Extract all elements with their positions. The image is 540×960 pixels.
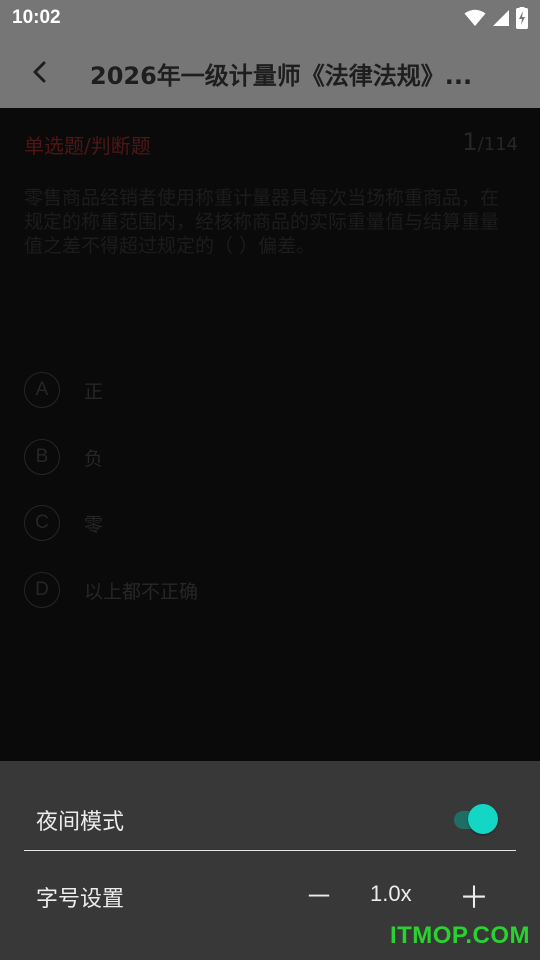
status-time: 10:02	[12, 7, 61, 28]
question-total: /114	[477, 134, 518, 155]
font-size-value: 1.0x	[370, 881, 412, 906]
chevron-left-icon	[33, 61, 46, 83]
font-size-increase-button[interactable]: ＋	[458, 873, 490, 916]
font-size-label: 字号设置	[36, 887, 125, 912]
app-bar: 2026年一级计量师《法律法规》...	[0, 36, 540, 108]
option-b[interactable]: B 负	[24, 437, 514, 477]
toggle-knob	[468, 804, 498, 834]
option-letter-a: A	[24, 372, 60, 408]
question-text: 零售商品经销者使用称重计量器具每次当场称重商品，在规定的称重范围内，经核称商品的…	[24, 187, 500, 257]
option-letter-d: D	[24, 572, 60, 608]
option-a[interactable]: A 正	[24, 370, 514, 410]
night-mode-label: 夜间模式	[36, 810, 125, 835]
option-text-c: 零	[84, 513, 104, 536]
status-bar: 10:02	[0, 0, 540, 36]
back-button[interactable]	[22, 54, 58, 90]
cell-signal-icon	[493, 10, 509, 26]
question-area: 单选题/判断题 1/114 零售商品经销者使用称重计量器具每次当场称重商品，在规…	[0, 108, 540, 761]
option-text-d: 以上都不正确	[84, 580, 199, 603]
option-text-a: 正	[84, 380, 104, 403]
option-text-b: 负	[84, 447, 104, 470]
option-letter-b: B	[24, 439, 60, 475]
option-d[interactable]: D 以上都不正确	[24, 570, 514, 610]
battery-charging-icon	[516, 7, 528, 29]
watermark: ITMOP.COM	[389, 922, 530, 949]
night-mode-row[interactable]: 夜间模式	[24, 761, 516, 851]
option-letter-c: C	[24, 505, 60, 541]
status-icons	[464, 7, 528, 29]
option-c[interactable]: C 零	[24, 503, 514, 543]
night-mode-toggle[interactable]	[454, 803, 498, 835]
wifi-icon	[464, 9, 486, 26]
page-title: 2026年一级计量师《法律法规》...	[90, 62, 473, 90]
question-current-number: 1	[462, 128, 478, 156]
question-counter: 1/114	[462, 128, 518, 156]
font-size-decrease-button[interactable]: －	[304, 875, 334, 913]
question-type-label: 单选题/判断题	[24, 134, 151, 158]
